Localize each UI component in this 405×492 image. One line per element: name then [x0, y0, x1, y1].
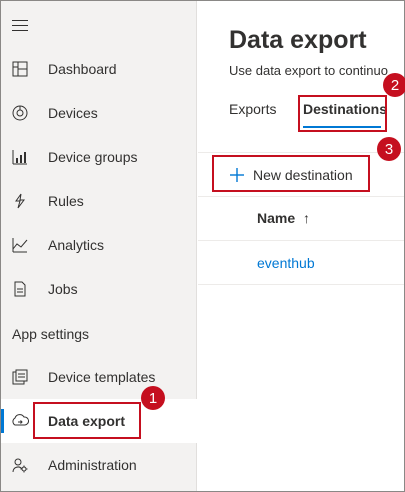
sidebar-item-administration[interactable]: Administration [1, 443, 197, 487]
sort-ascending-icon: ↑ [303, 210, 311, 226]
sidebar-item-jobs[interactable]: Jobs [1, 267, 197, 311]
callout-badge-1: 1 [141, 386, 165, 410]
page-title: Data export [229, 26, 367, 54]
toolbar-divider-bottom [198, 196, 404, 197]
dashboard-icon [11, 60, 29, 78]
callout-box-data-export [33, 402, 141, 439]
callout-badge-2: 2 [383, 73, 405, 97]
devices-icon [11, 104, 29, 122]
page-description: Use data export to continuo [229, 63, 388, 78]
toolbar-divider-top [198, 152, 404, 153]
sidebar-item-label: Device groups [48, 149, 138, 165]
sidebar-item-label: Jobs [48, 281, 78, 297]
device-groups-icon [11, 148, 29, 166]
row-divider [198, 284, 404, 285]
sidebar-item-label: Device templates [48, 369, 156, 385]
header-divider [198, 240, 404, 241]
table-row-link[interactable]: eventhub [257, 255, 315, 271]
administration-icon [11, 456, 29, 474]
callout-box-new-destination [212, 155, 370, 192]
sidebar-item-label: Administration [48, 457, 137, 473]
sidebar-item-label: Rules [48, 193, 84, 209]
sidebar-item-devices[interactable]: Devices [1, 91, 197, 135]
jobs-icon [11, 280, 29, 298]
sidebar-item-label: Devices [48, 105, 98, 121]
tab-exports[interactable]: Exports [229, 101, 276, 117]
hamburger-menu-icon[interactable] [12, 20, 28, 32]
sidebar-item-label: Analytics [48, 237, 105, 253]
sidebar-item-dashboard[interactable]: Dashboard [1, 47, 197, 91]
sidebar-item-device-templates[interactable]: Device templates [1, 355, 197, 399]
sidebar-item-analytics[interactable]: Analytics [1, 223, 197, 267]
sidebar-item-device-groups[interactable]: Device groups [1, 135, 197, 179]
column-header-name[interactable]: Name ↑ [257, 210, 310, 226]
column-header-label: Name [257, 210, 296, 226]
callout-badge-3: 3 [377, 137, 401, 161]
sidebar-item-rules[interactable]: Rules [1, 179, 197, 223]
sidebar-item-label: Dashboard [48, 61, 117, 77]
callout-box-destinations [298, 95, 387, 132]
rules-icon [11, 192, 29, 210]
section-heading-app-settings: App settings [12, 326, 90, 342]
data-export-icon [11, 412, 29, 430]
device-templates-icon [11, 368, 29, 386]
analytics-icon [11, 236, 29, 254]
main-content: Data export Use data export to continuo … [198, 1, 404, 491]
